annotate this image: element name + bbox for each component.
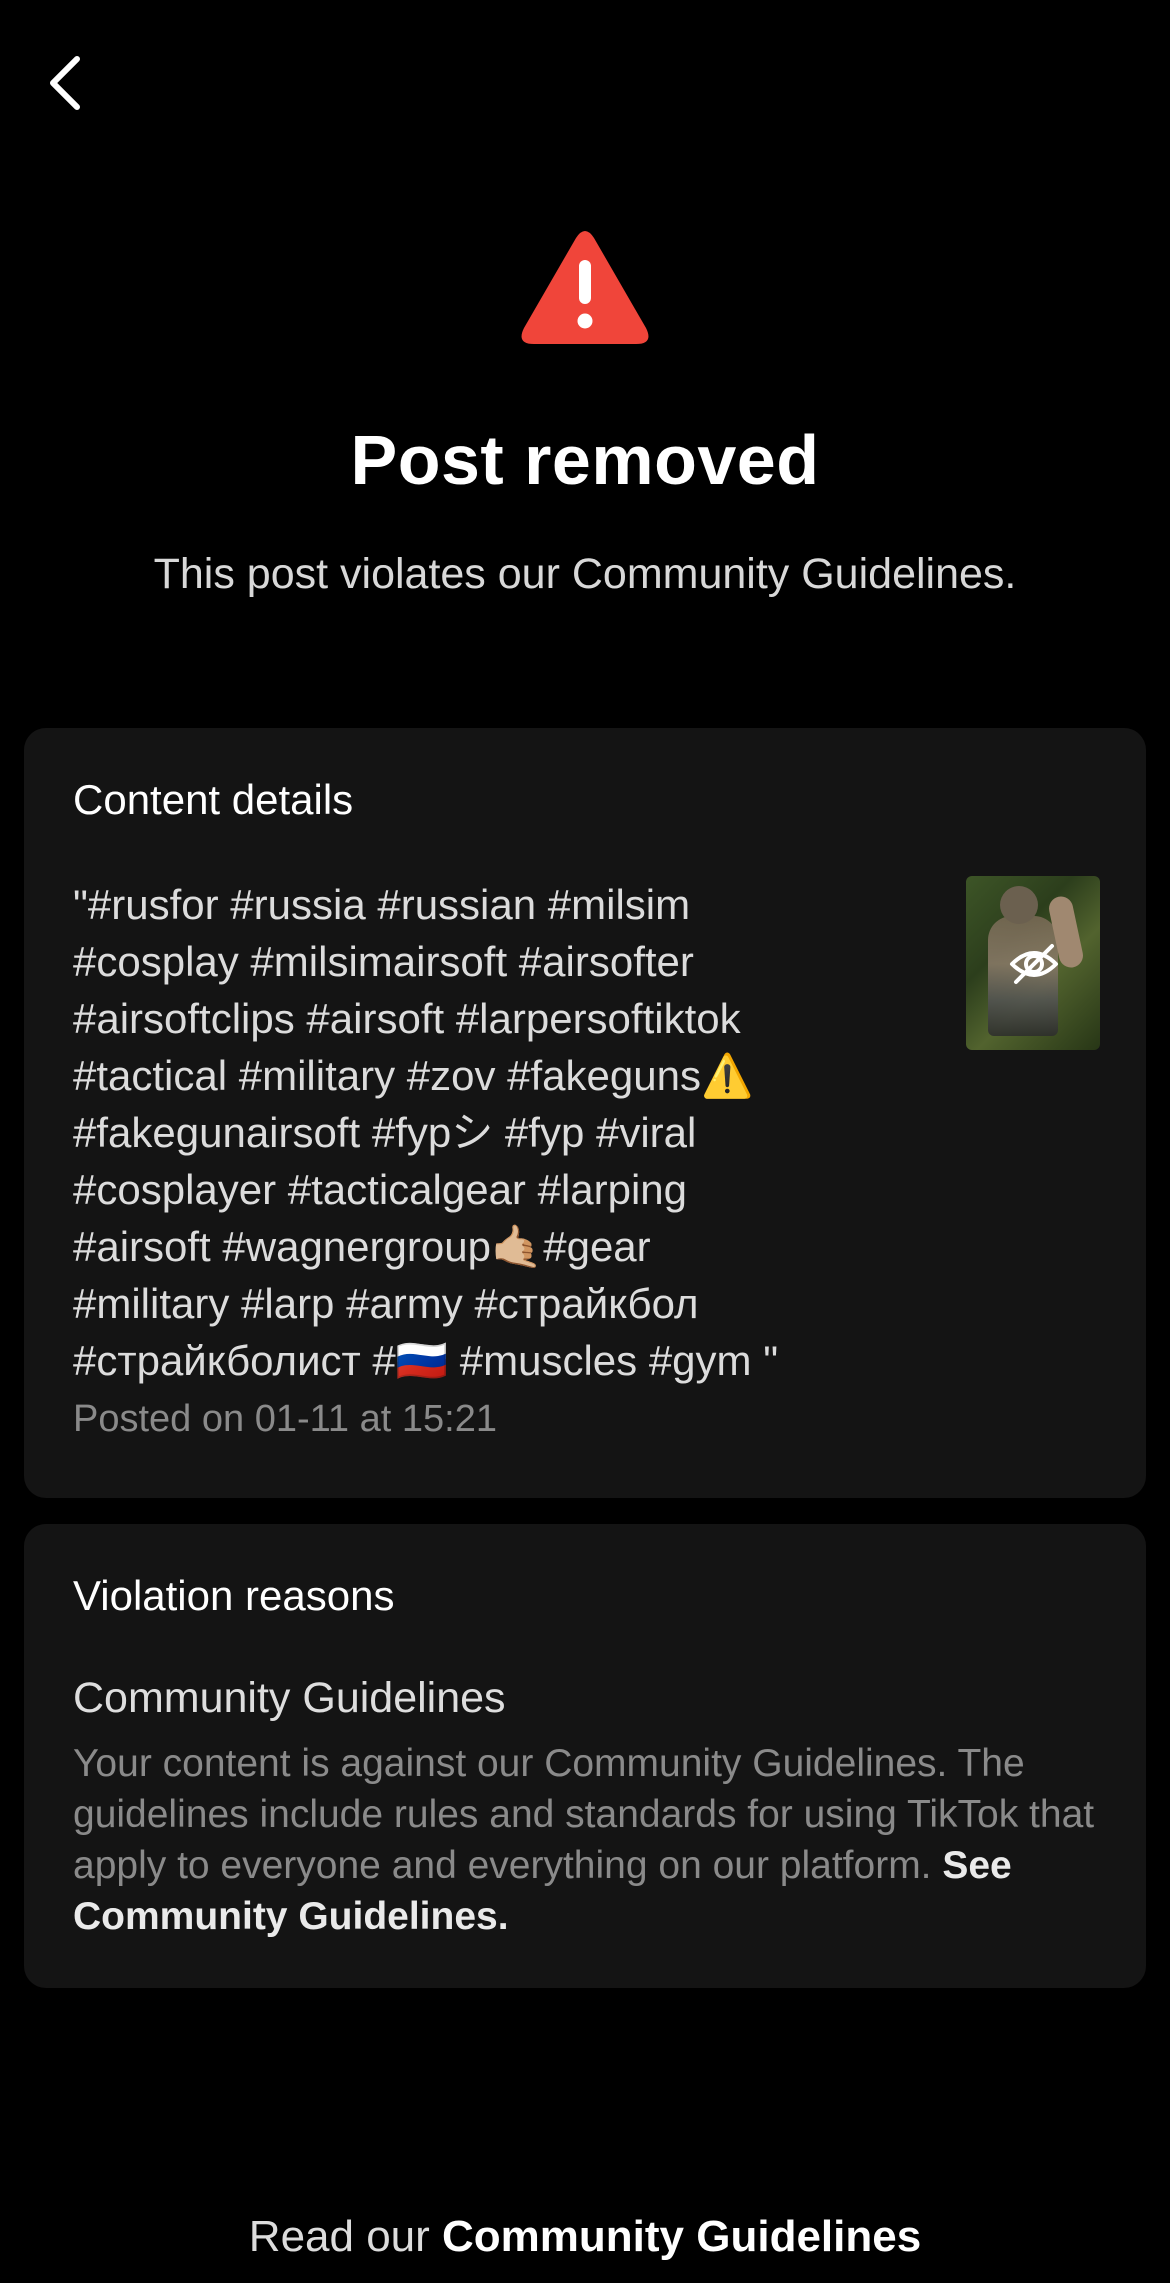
violation-reasons-heading: Violation reasons [73,1572,395,1619]
thumbnail-figure-head [1000,886,1038,924]
footer: Read our Community Guidelines [0,2212,1170,2262]
posted-date: Posted on 01-11 at 15:21 [73,1398,497,1440]
back-button[interactable] [40,50,90,116]
post-thumbnail[interactable] [966,876,1100,1050]
footer-prefix: Read our [248,2212,443,2261]
content-details-heading: Content details [73,776,354,823]
eye-off-icon [1010,944,1058,984]
chevron-left-icon [50,56,80,110]
content-details-card: Content details "#rusfor #russia #russia… [24,728,1146,1498]
page-subtitle: This post violates our Community Guideli… [153,550,1017,598]
violation-reason-body: Your content is against our Community Gu… [73,1742,1095,1887]
post-removed-screen: Post removed This post violates our Comm… [0,0,1170,2283]
violation-reasons-card: Violation reasons Community Guidelines Y… [24,1524,1146,1988]
warning-triangle-icon [521,231,649,344]
violation-reason-text: Your content is against our Community Gu… [73,1738,1113,1942]
community-guidelines-link[interactable]: Community Guidelines [442,2212,921,2261]
violation-reason-title: Community Guidelines [73,1674,506,1722]
post-caption: "#rusfor #russia #russian #milsim #cospl… [73,881,779,1384]
page-title: Post removed [350,421,820,499]
